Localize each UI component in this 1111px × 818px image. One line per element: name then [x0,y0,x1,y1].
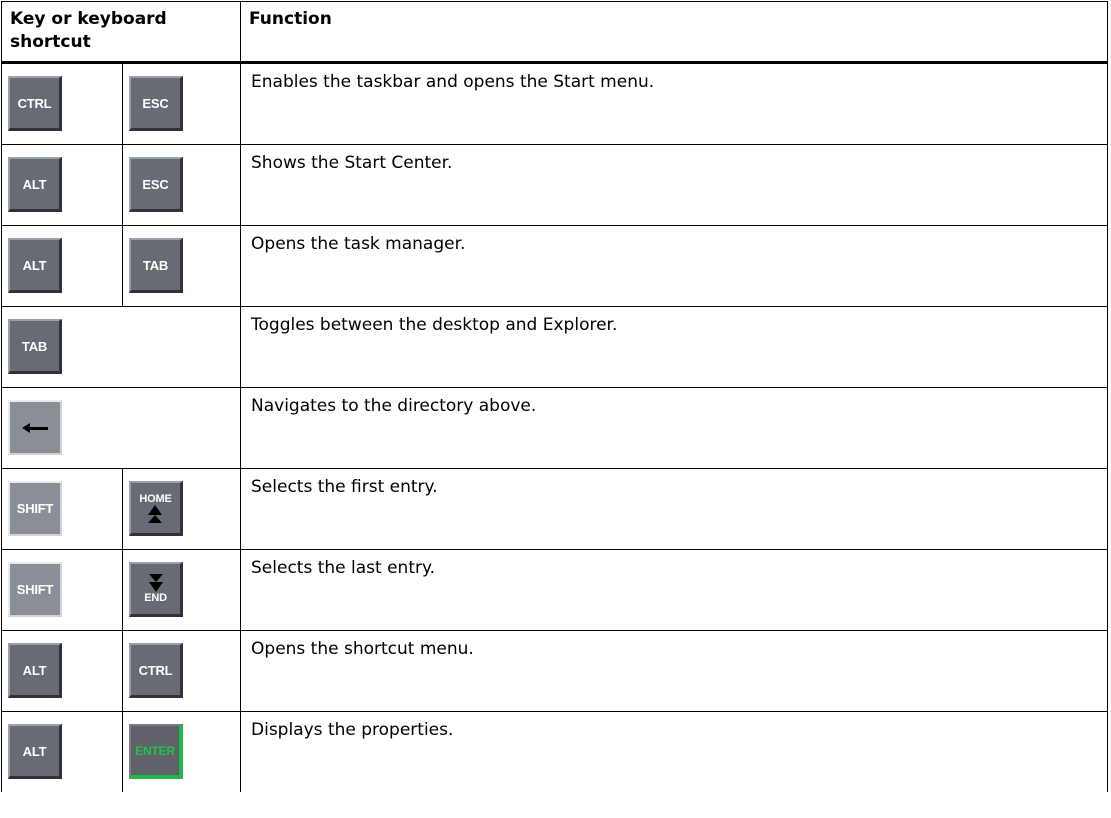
header-key-shortcut: Key or keyboard shortcut [0,1,242,64]
key-cell: ALT [1,711,123,792]
key-cell: ALT [1,630,123,712]
shift-key: SHIFT [8,481,62,536]
table-row: SHIFT HOME Selects the first entry. [1,468,1108,550]
function-cell: Enables the taskbar and opens the Start … [240,62,1108,145]
esc-key: ESC [129,76,183,131]
table-row: Navigates to the directory above. [0,387,1108,469]
key-cell: ALT [1,225,123,307]
function-cell: Navigates to the directory above. [240,387,1108,469]
function-cell: Toggles between the desktop and Explorer… [240,306,1108,388]
table-row: ALT CTRL Opens the shortcut menu. [1,630,1108,712]
arrow-up-icon [148,515,163,523]
key-cell: TAB [0,306,242,388]
backspace-key [8,400,62,455]
ctrl-key: CTRL [129,643,183,698]
key-cell: END [121,549,242,631]
key-cell: ESC [121,144,242,226]
alt-key: ALT [8,157,62,212]
esc-key: ESC [129,157,183,212]
shift-key: SHIFT [8,562,62,617]
table-row: SHIFT END Selects the last entry. [1,549,1108,631]
back-arrow-icon [22,422,48,433]
key-cell: CTRL [121,630,242,712]
table-header-row: Key or keyboard shortcut Function [0,1,1108,64]
table-row: ALT ENTER Displays the properties. [1,711,1108,792]
table-row: ALT ESC Shows the Start Center. [1,144,1108,226]
key-cell: ESC [121,62,242,145]
key-cell: SHIFT [1,468,123,550]
header-function: Function [240,1,1108,64]
function-cell: Displays the properties. [240,711,1108,792]
ctrl-key: CTRL [8,76,62,131]
alt-key: ALT [8,238,62,293]
function-cell: Shows the Start Center. [240,144,1108,226]
alt-key: ALT [8,724,62,779]
table-row: CTRL ESC Enables the taskbar and opens t… [1,62,1108,145]
arrow-up-icon [148,505,163,515]
key-cell [0,387,242,469]
key-cell: ENTER [121,711,242,792]
keyboard-shortcut-table: Key or keyboard shortcut Function CTRL E… [0,1,1108,792]
table-row: TAB Toggles between the desktop and Expl… [0,306,1108,388]
key-cell: ALT [1,144,123,226]
function-cell: Opens the shortcut menu. [240,630,1108,712]
key-cell: CTRL [1,62,123,145]
table-row: ALT TAB Opens the task manager. [1,225,1108,307]
arrow-down-icon [148,582,163,592]
tab-key: TAB [129,238,183,293]
home-key: HOME [129,481,183,536]
function-cell: Selects the first entry. [240,468,1108,550]
enter-key: ENTER [129,724,183,779]
arrow-down-icon [148,574,163,582]
tab-key: TAB [8,319,62,374]
end-key: END [129,562,183,617]
alt-key: ALT [8,643,62,698]
function-cell: Opens the task manager. [240,225,1108,307]
key-cell: HOME [121,468,242,550]
function-cell: Selects the last entry. [240,549,1108,631]
key-cell: SHIFT [1,549,123,631]
key-cell: TAB [121,225,242,307]
